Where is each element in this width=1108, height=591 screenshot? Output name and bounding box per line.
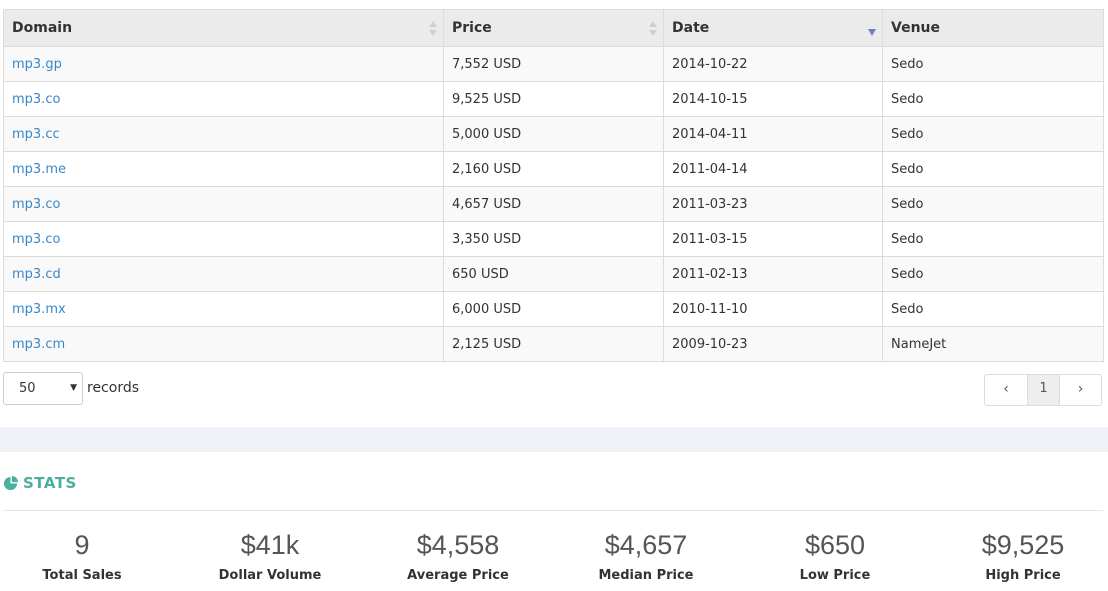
venue-cell: Sedo xyxy=(882,291,1104,327)
previous-page-button[interactable]: ‹ xyxy=(985,375,1028,405)
domain-link[interactable]: mp3.co xyxy=(3,186,444,222)
column-header-price[interactable]: Price xyxy=(443,9,664,47)
domain-link[interactable]: mp3.mx xyxy=(3,291,444,327)
date-cell: 2014-10-15 xyxy=(663,81,883,117)
date-cell: 2010-11-10 xyxy=(663,291,883,327)
price-cell: 6,000 USD xyxy=(443,291,664,327)
table-row: mp3.me 2,160 USD 2011-04-14 Sedo xyxy=(3,151,1104,187)
table-row: mp3.gp 7,552 USD 2014-10-22 Sedo xyxy=(3,46,1104,82)
column-header-label: Venue xyxy=(891,20,940,36)
sort-icon xyxy=(429,21,437,37)
stat-value: $9,525 xyxy=(981,530,1065,560)
domain-link[interactable]: mp3.me xyxy=(3,151,444,187)
column-header-label: Date xyxy=(672,20,710,36)
stats-title: STATS xyxy=(23,474,77,492)
column-header-label: Price xyxy=(452,20,492,36)
price-cell: 650 USD xyxy=(443,256,664,292)
price-cell: 4,657 USD xyxy=(443,186,664,222)
column-header-label: Domain xyxy=(12,20,73,36)
stat-value: $41k xyxy=(240,530,300,560)
stat-average-price: $4,558 Average Price xyxy=(364,528,552,583)
column-header-venue[interactable]: Venue xyxy=(882,9,1104,47)
venue-cell: Sedo xyxy=(882,221,1104,257)
stat-low-price: $650 Low Price xyxy=(741,528,929,583)
table-row: mp3.co 9,525 USD 2014-10-15 Sedo xyxy=(3,81,1104,117)
stat-median-price: $4,657 Median Price xyxy=(552,528,740,583)
date-cell: 2009-10-23 xyxy=(663,326,883,362)
domain-link[interactable]: mp3.cd xyxy=(3,256,444,292)
page-1-button[interactable]: 1 xyxy=(1028,375,1060,405)
table-row: mp3.cd 650 USD 2011-02-13 Sedo xyxy=(3,256,1104,292)
domain-link[interactable]: mp3.co xyxy=(3,81,444,117)
stat-label: Total Sales xyxy=(42,568,122,583)
venue-cell: Sedo xyxy=(882,81,1104,117)
price-cell: 5,000 USD xyxy=(443,116,664,152)
pagination: ‹ 1 › xyxy=(984,374,1102,406)
table-row: mp3.cc 5,000 USD 2014-04-11 Sedo xyxy=(3,116,1104,152)
records-per-page-select[interactable]: 50 ▼ xyxy=(3,372,83,405)
column-header-date[interactable]: Date xyxy=(663,9,883,47)
venue-cell: Sedo xyxy=(882,116,1104,152)
stat-high-price: $9,525 High Price xyxy=(929,528,1108,583)
stat-dollar-volume: $41k Dollar Volume xyxy=(176,528,364,583)
records-per-page-value: 50 xyxy=(19,381,36,396)
date-cell: 2011-03-15 xyxy=(663,221,883,257)
stat-label: High Price xyxy=(985,568,1061,583)
section-divider-band xyxy=(0,427,1108,452)
stats-heading: STATS xyxy=(3,474,77,492)
date-cell: 2014-04-11 xyxy=(663,116,883,152)
stat-value: $4,657 xyxy=(604,530,688,560)
date-cell: 2011-03-23 xyxy=(663,186,883,222)
chevron-down-icon: ▼ xyxy=(70,383,77,393)
venue-cell: Sedo xyxy=(882,186,1104,222)
stats-divider xyxy=(3,510,1103,511)
next-page-button[interactable]: › xyxy=(1060,375,1101,405)
column-header-domain[interactable]: Domain xyxy=(3,9,444,47)
price-cell: 3,350 USD xyxy=(443,221,664,257)
stat-label: Median Price xyxy=(598,568,694,583)
table-row: mp3.mx 6,000 USD 2010-11-10 Sedo xyxy=(3,291,1104,327)
sort-icon xyxy=(649,21,657,37)
price-cell: 2,160 USD xyxy=(443,151,664,187)
domain-link[interactable]: mp3.cm xyxy=(3,326,444,362)
stat-value: 9 xyxy=(74,530,90,560)
domain-link[interactable]: mp3.gp xyxy=(3,46,444,82)
records-label: records xyxy=(87,380,140,396)
date-cell: 2011-02-13 xyxy=(663,256,883,292)
price-cell: 2,125 USD xyxy=(443,326,664,362)
table-row: mp3.cm 2,125 USD 2009-10-23 NameJet xyxy=(3,326,1104,362)
stat-value: $650 xyxy=(804,530,866,560)
domain-link[interactable]: mp3.cc xyxy=(3,116,444,152)
date-cell: 2011-04-14 xyxy=(663,151,883,187)
stat-label: Average Price xyxy=(407,568,509,583)
stat-total-sales: 9 Total Sales xyxy=(0,528,176,583)
sales-table: Domain Price Date Venue mp3.gp 7,552 USD… xyxy=(3,9,1104,362)
stat-label: Low Price xyxy=(799,568,871,583)
stat-value: $4,558 xyxy=(416,530,500,560)
table-header-row: Domain Price Date Venue xyxy=(3,9,1104,47)
venue-cell: Sedo xyxy=(882,151,1104,187)
table-row: mp3.co 3,350 USD 2011-03-15 Sedo xyxy=(3,221,1104,257)
venue-cell: Sedo xyxy=(882,46,1104,82)
price-cell: 9,525 USD xyxy=(443,81,664,117)
price-cell: 7,552 USD xyxy=(443,46,664,82)
domain-link[interactable]: mp3.co xyxy=(3,221,444,257)
table-row: mp3.co 4,657 USD 2011-03-23 Sedo xyxy=(3,186,1104,222)
venue-cell: Sedo xyxy=(882,256,1104,292)
sort-desc-icon xyxy=(868,29,876,36)
sales-table-container: Domain Price Date Venue mp3.gp 7,552 USD… xyxy=(3,9,1104,362)
stat-label: Dollar Volume xyxy=(218,568,322,583)
venue-cell: NameJet xyxy=(882,326,1104,362)
pie-chart-icon xyxy=(3,475,18,490)
date-cell: 2014-10-22 xyxy=(663,46,883,82)
